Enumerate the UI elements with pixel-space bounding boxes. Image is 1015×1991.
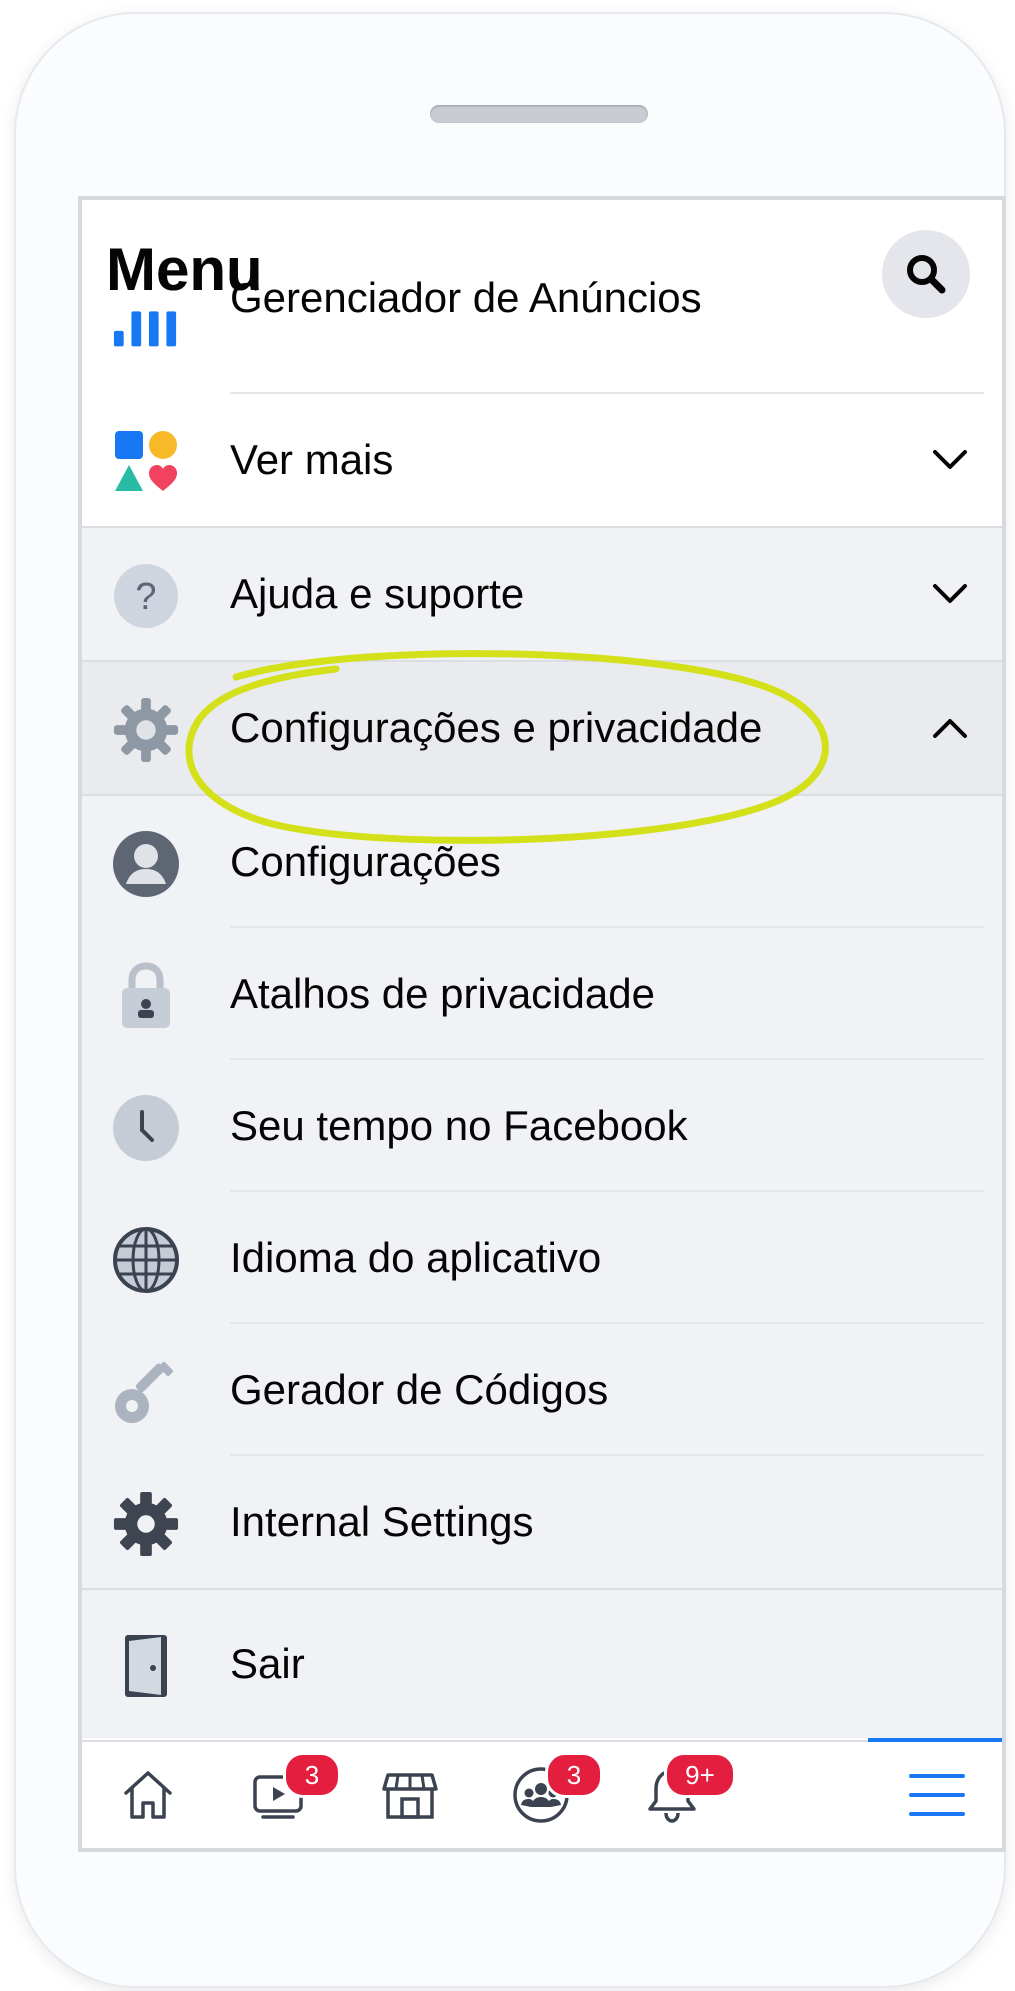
globe-icon [112, 1226, 180, 1294]
chevron-down-icon[interactable] [928, 438, 972, 482]
tab-marketplace[interactable] [344, 1742, 475, 1848]
menu-item-privacy-shortcuts[interactable]: Atalhos de privacidade [82, 928, 1002, 1060]
help-icon: ? [112, 562, 180, 630]
chevron-down-icon[interactable] [928, 572, 972, 616]
settings-gear-icon [112, 1490, 180, 1558]
see-more-icon [112, 428, 180, 496]
menu-item-see-more[interactable]: Ver mais [82, 394, 1002, 526]
tab-notifications[interactable]: 9+ [606, 1742, 737, 1848]
tab-home[interactable] [82, 1742, 213, 1848]
menu-item-label: Internal Settings [230, 1498, 534, 1545]
menu-item-label: Atalhos de privacidade [230, 970, 655, 1017]
notifications-badge: 9+ [664, 1752, 736, 1798]
bottom-tab-bar: 3 3 9+ [82, 1738, 1002, 1848]
door-icon [112, 1632, 180, 1700]
marketplace-icon [381, 1773, 438, 1819]
menu-item-label: Configurações e privacidade [230, 704, 763, 751]
svg-text:?: ? [135, 576, 156, 618]
menu-item-label: Gerenciador de Anúncios [230, 274, 702, 321]
menu-item-label: Idioma do aplicativo [230, 1234, 602, 1281]
chevron-up-icon[interactable] [928, 706, 972, 750]
tab-groups[interactable]: 3 [475, 1742, 606, 1848]
menu-item-label: Seu tempo no Facebook [230, 1102, 688, 1149]
lock-icon [112, 962, 180, 1030]
menu-item-logout[interactable]: Sair [82, 1590, 1002, 1738]
phone-speaker [430, 105, 648, 123]
menu-item-app-language[interactable]: Idioma do aplicativo [82, 1192, 1002, 1324]
phone-frame: Menu Gerenciador de Anúncios [16, 14, 1006, 1986]
menu-item-label: Configurações [230, 838, 501, 885]
key-icon [112, 1358, 180, 1426]
menu-item-label: Gerador de Códigos [230, 1366, 609, 1413]
hamburger-icon [908, 1774, 965, 1816]
gear-icon [112, 696, 180, 764]
menu-item-internal-settings[interactable]: Internal Settings [82, 1456, 1002, 1588]
menu-item-label: Ajuda e suporte [230, 570, 525, 617]
tab-watch[interactable]: 3 [213, 1742, 344, 1848]
menu-item-label: Sair [230, 1640, 305, 1687]
screen: Menu Gerenciador de Anúncios [78, 196, 1006, 1852]
clock-icon [112, 1094, 180, 1162]
page-title-overlay: Menu [106, 236, 263, 303]
groups-badge: 3 [545, 1752, 603, 1798]
home-icon [123, 1771, 172, 1819]
menu-item-help[interactable]: ? Ajuda e suporte [82, 528, 1002, 660]
tab-menu[interactable] [871, 1742, 1002, 1848]
watch-badge: 3 [283, 1752, 341, 1798]
account-icon [112, 830, 180, 898]
menu-item-label: Ver mais [230, 436, 394, 483]
search-button-overlay[interactable] [882, 230, 970, 318]
search-icon [907, 255, 946, 294]
menu-item-settings-privacy[interactable]: Configurações e privacidade [82, 662, 1002, 794]
menu-item-settings[interactable]: Configurações [82, 796, 1002, 928]
menu-item-your-time[interactable]: Seu tempo no Facebook [82, 1060, 1002, 1192]
menu-item-code-generator[interactable]: Gerador de Códigos [82, 1324, 1002, 1456]
